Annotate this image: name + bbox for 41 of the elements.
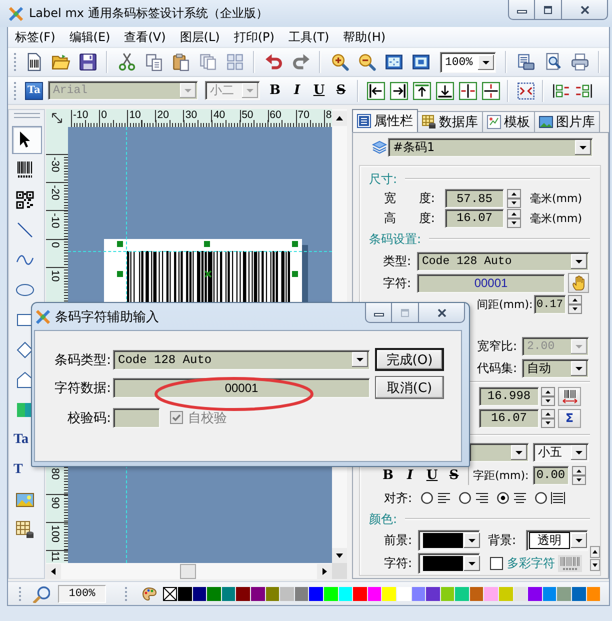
ruler-label: -10 (49, 213, 61, 231)
ruler-label: 70 (298, 110, 310, 121)
ruler-label: 30 (185, 110, 198, 121)
field-label: 前景: (384, 532, 414, 548)
unit-label: 毫米(mm) (530, 210, 582, 226)
ruler-label: 80 (49, 468, 61, 482)
field-label: 间距(mm): (477, 297, 533, 312)
ruler-label: 50 (242, 110, 254, 121)
ruler-label: 10 (129, 110, 141, 121)
ruler-label: 20 (157, 110, 169, 121)
field-label: 条码类型: (54, 352, 111, 368)
ruler-label: 8 (326, 110, 332, 121)
ruler-label: 10 (49, 270, 61, 284)
ruler-label: 0 (49, 242, 61, 250)
section-heading: 尺寸: (369, 170, 398, 188)
field-label: 宽 度: (384, 190, 436, 207)
field-label: 字距(mm): (473, 468, 529, 482)
ruler-label: 11 (49, 551, 61, 563)
ruler-label: -10 (73, 110, 88, 121)
window-title: Label mx 通用条码标签设计系统（企业版） (29, 5, 268, 22)
field-label: 宽窄比: (477, 338, 518, 355)
ruler-label: 100 (49, 524, 61, 544)
dialog-title: 条码字符辅助输入 (55, 308, 159, 326)
field-label: 字符: (384, 554, 414, 572)
ruler-label: -20 (49, 185, 61, 202)
field-label: 校验码: (66, 410, 111, 426)
ruler-label: -30 (49, 157, 61, 174)
ruler-label: 60 (270, 110, 282, 121)
section-heading: 颜色: (369, 510, 398, 528)
field-label: 高 度: (384, 210, 436, 226)
field-label: 类型: (383, 252, 412, 270)
ruler-label: 40 (213, 110, 226, 121)
field-label: 字符数据: (54, 380, 111, 396)
section-heading: 条码设置: (369, 230, 422, 248)
ruler-label: 90 (49, 496, 61, 510)
field-label: 背景: (488, 532, 518, 548)
field-label: 对齐: (384, 490, 414, 506)
unit-label: 毫米(mm) (530, 191, 582, 206)
field-label: 字符: (383, 274, 412, 292)
ruler-label: 0 (101, 110, 107, 121)
field-label: 代码集: (477, 360, 518, 376)
